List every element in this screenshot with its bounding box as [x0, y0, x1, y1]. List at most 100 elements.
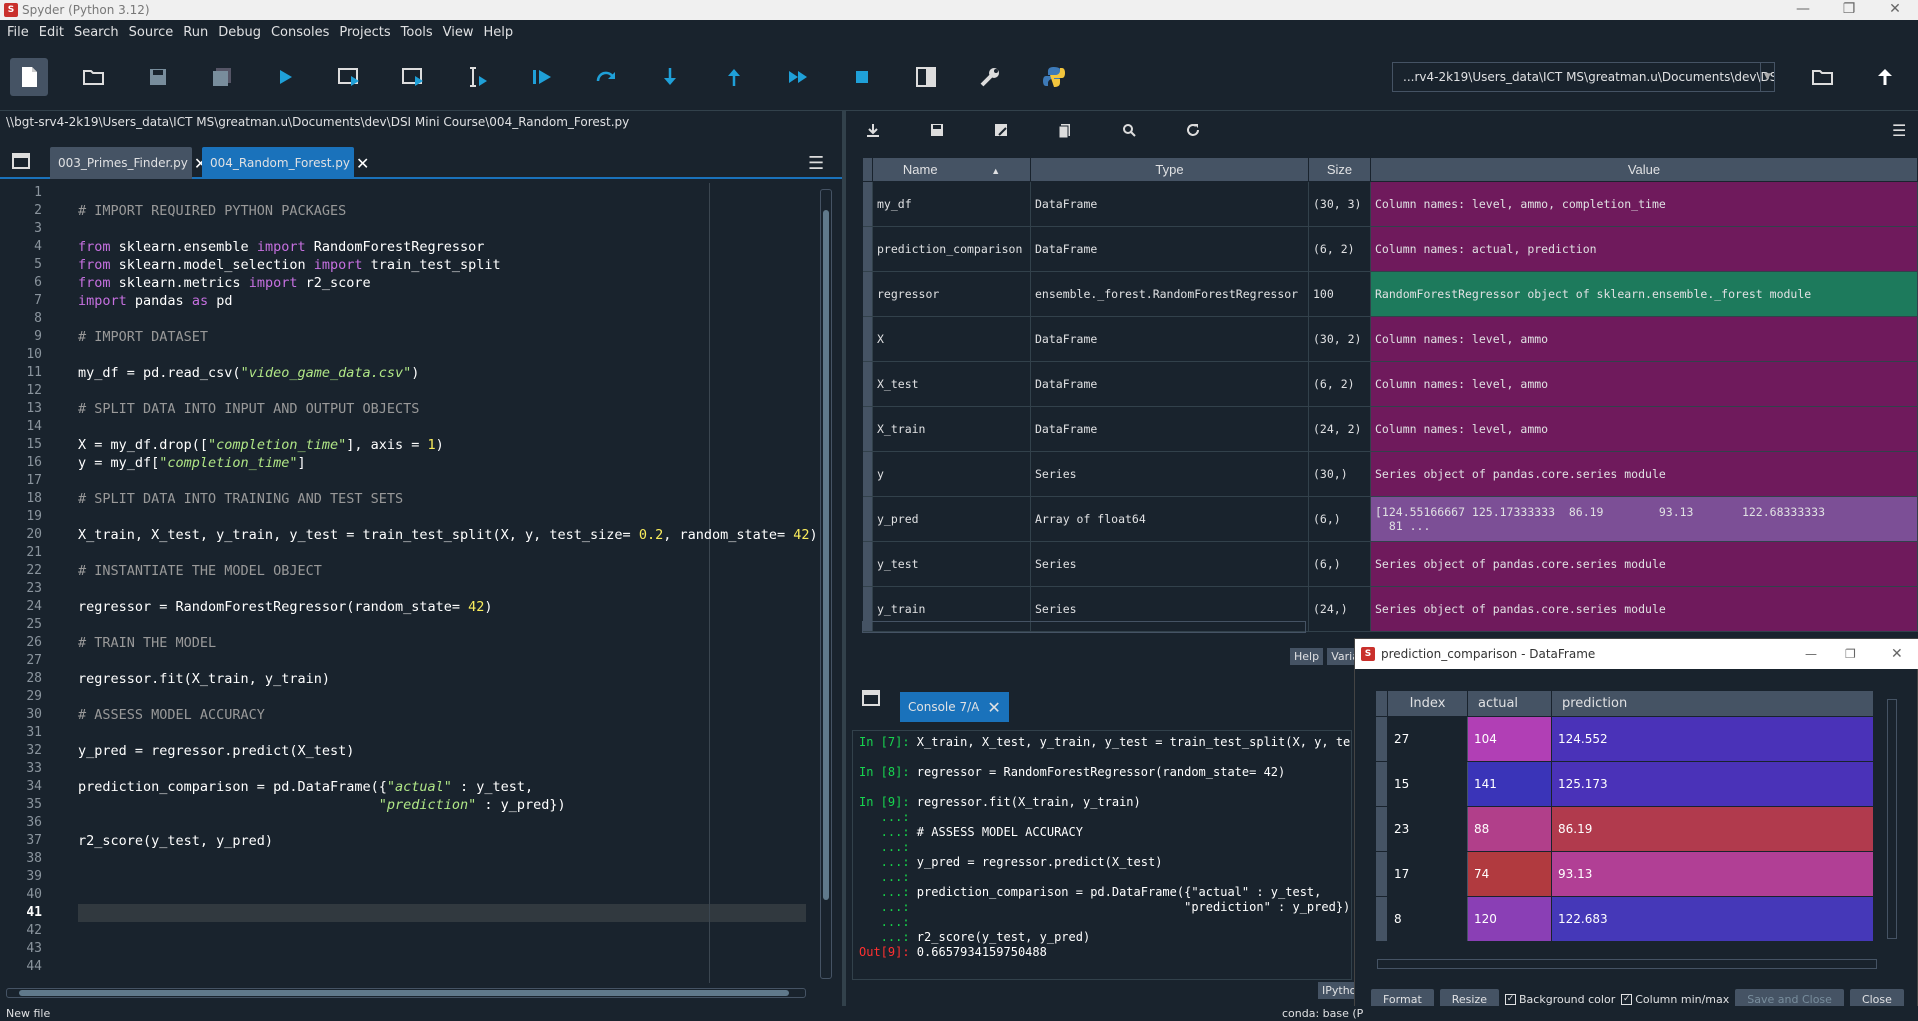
- code-line[interactable]: # IMPORT REQUIRED PYTHON PACKAGES: [78, 202, 808, 220]
- parent-directory-icon[interactable]: [1866, 58, 1904, 96]
- code-line[interactable]: [78, 580, 808, 598]
- dataframe-row[interactable]: 8 120 122.683: [1375, 896, 1874, 942]
- variable-row[interactable]: my_df DataFrame (30, 3) Column names: level…: [862, 181, 1918, 227]
- chevron-down-icon[interactable]: ▼: [1760, 63, 1774, 91]
- continue-icon[interactable]: [779, 58, 817, 96]
- code-line[interactable]: [78, 850, 808, 868]
- menu-help[interactable]: Help: [479, 25, 519, 40]
- save-all-icon[interactable]: [203, 58, 241, 96]
- code-line[interactable]: X = my_df.drop(["completion_time"], axis…: [78, 436, 808, 454]
- save-icon[interactable]: [139, 58, 177, 96]
- menu-edit[interactable]: Edit: [34, 25, 69, 40]
- code-line[interactable]: [78, 904, 808, 922]
- editor-vertical-scrollbar[interactable]: [820, 189, 832, 979]
- code-line[interactable]: [78, 220, 808, 238]
- dataframe-row[interactable]: 23 88 86.19: [1375, 806, 1874, 852]
- menu-file[interactable]: File: [2, 25, 34, 40]
- minimize-icon[interactable]: —: [1805, 647, 1817, 661]
- code-lines[interactable]: # IMPORT REQUIRED PYTHON PACKAGES from s…: [78, 184, 818, 976]
- search-icon[interactable]: [1122, 123, 1136, 141]
- dataframe-row[interactable]: 27 104 124.552: [1375, 716, 1874, 762]
- code-line[interactable]: [78, 922, 808, 940]
- column-header-actual[interactable]: actual: [1467, 690, 1552, 717]
- tab-console-7a[interactable]: Console 7/A ✕: [900, 692, 1009, 722]
- code-line[interactable]: [78, 958, 808, 976]
- step-into-icon[interactable]: [651, 58, 689, 96]
- variable-row[interactable]: regressor ensemble._forest.RandomForestRe…: [862, 271, 1918, 317]
- preferences-wrench-icon[interactable]: [971, 58, 1009, 96]
- code-line[interactable]: import pandas as pd: [78, 292, 808, 310]
- step-return-icon[interactable]: [715, 58, 753, 96]
- variable-row[interactable]: prediction_comparison DataFrame (6, 2) Colu…: [862, 226, 1918, 272]
- maximize-pane-icon[interactable]: [907, 58, 945, 96]
- code-line[interactable]: [78, 760, 808, 778]
- background-color-checkbox[interactable]: ✓ Background color: [1505, 993, 1615, 1006]
- tab-004-random-forest[interactable]: 004_Random_Forest.py ✕: [202, 147, 369, 179]
- code-line[interactable]: from sklearn.ensemble import RandomFores…: [78, 238, 808, 256]
- variable-row[interactable]: y_test Series (6,) Series object of pandas.…: [862, 541, 1918, 587]
- code-line[interactable]: [78, 940, 808, 958]
- code-line[interactable]: [78, 508, 808, 526]
- code-line[interactable]: [78, 184, 808, 202]
- dataframe-vertical-scrollbar[interactable]: [1887, 699, 1897, 939]
- stop-debug-icon[interactable]: [843, 58, 881, 96]
- actual-cell[interactable]: 74: [1467, 851, 1552, 897]
- browse-directory-icon[interactable]: [1804, 58, 1842, 96]
- working-directory-combo[interactable]: ...rv4-2k19\Users_data\ICT MS\greatman.u…: [1392, 62, 1775, 92]
- code-line[interactable]: [78, 886, 808, 904]
- code-line[interactable]: [78, 544, 808, 562]
- code-line[interactable]: X_train, X_test, y_train, y_test = train…: [78, 526, 818, 544]
- actual-cell[interactable]: 104: [1467, 716, 1552, 762]
- column-header-type[interactable]: Type: [1030, 157, 1309, 182]
- code-line[interactable]: # INSTANTIATE THE MODEL OBJECT: [78, 562, 808, 580]
- code-line[interactable]: [78, 418, 808, 436]
- variable-row[interactable]: y Series (30,) Series object of pandas.core…: [862, 451, 1918, 497]
- variable-row[interactable]: X_test DataFrame (6, 2) Column names: level…: [862, 361, 1918, 407]
- code-line[interactable]: "prediction" : y_pred}): [78, 796, 808, 814]
- actual-cell[interactable]: 141: [1467, 761, 1552, 807]
- column-minmax-checkbox[interactable]: ✓ Column min/max: [1621, 993, 1729, 1006]
- code-line[interactable]: [78, 688, 808, 706]
- dataframe-row[interactable]: 17 74 93.13: [1375, 851, 1874, 897]
- remove-all-icon[interactable]: [1058, 123, 1072, 143]
- code-line[interactable]: [78, 868, 808, 886]
- code-editor[interactable]: 1 2 3 4 5 6 7 8 9 10 11 12 13 14 15 16 17 18 19 20 21 22 23 24 2…: [0, 183, 842, 983]
- options-menu-icon[interactable]: ☰: [808, 153, 824, 174]
- pane-splitter[interactable]: [842, 111, 846, 1006]
- code-line[interactable]: r2_score(y_test, y_pred): [78, 832, 808, 850]
- code-line[interactable]: [78, 346, 808, 364]
- code-line[interactable]: [78, 472, 808, 490]
- open-file-icon[interactable]: [75, 58, 113, 96]
- menu-run[interactable]: Run: [178, 25, 213, 40]
- code-line[interactable]: # IMPORT DATASET: [78, 328, 808, 346]
- prediction-cell[interactable]: 125.173: [1551, 761, 1874, 807]
- close-icon[interactable]: ✕: [1872, 0, 1918, 20]
- browse-tabs-icon[interactable]: [12, 153, 30, 173]
- new-file-icon[interactable]: [10, 58, 48, 96]
- code-line[interactable]: # ASSESS MODEL ACCURACY: [78, 706, 808, 724]
- code-line[interactable]: from sklearn.model_selection import trai…: [78, 256, 808, 274]
- variables-horizontal-scrollbar[interactable]: [862, 621, 1306, 633]
- tab-003-primes-finder[interactable]: 003_Primes_Finder.py ✕: [50, 147, 207, 179]
- menu-debug[interactable]: Debug: [213, 25, 266, 40]
- import-data-icon[interactable]: [866, 123, 880, 141]
- run-icon[interactable]: [267, 58, 305, 96]
- code-line[interactable]: from sklearn.metrics import r2_score: [78, 274, 808, 292]
- code-line[interactable]: y = my_df["completion_time"]: [78, 454, 808, 472]
- menu-tools[interactable]: Tools: [396, 25, 438, 40]
- run-cell-icon[interactable]: [331, 58, 369, 96]
- code-line[interactable]: [78, 310, 808, 328]
- menu-view[interactable]: View: [438, 25, 479, 40]
- code-line[interactable]: [78, 382, 808, 400]
- column-header-size[interactable]: Size: [1308, 157, 1371, 182]
- variable-row[interactable]: X_train DataFrame (24, 2) Column names: lev…: [862, 406, 1918, 452]
- maximize-icon[interactable]: ❐: [1826, 0, 1872, 20]
- python-path-icon[interactable]: [1035, 58, 1073, 96]
- dataframe-horizontal-scrollbar[interactable]: [1377, 959, 1877, 969]
- step-over-icon[interactable]: [587, 58, 625, 96]
- prediction-cell[interactable]: 86.19: [1551, 806, 1874, 852]
- maximize-icon[interactable]: ❐: [1845, 647, 1856, 661]
- code-line[interactable]: [78, 652, 808, 670]
- code-line[interactable]: # SPLIT DATA INTO TRAINING AND TEST SETS: [78, 490, 808, 508]
- variable-row[interactable]: y_pred Array of float64 (6,) [124.55166667 …: [862, 496, 1918, 542]
